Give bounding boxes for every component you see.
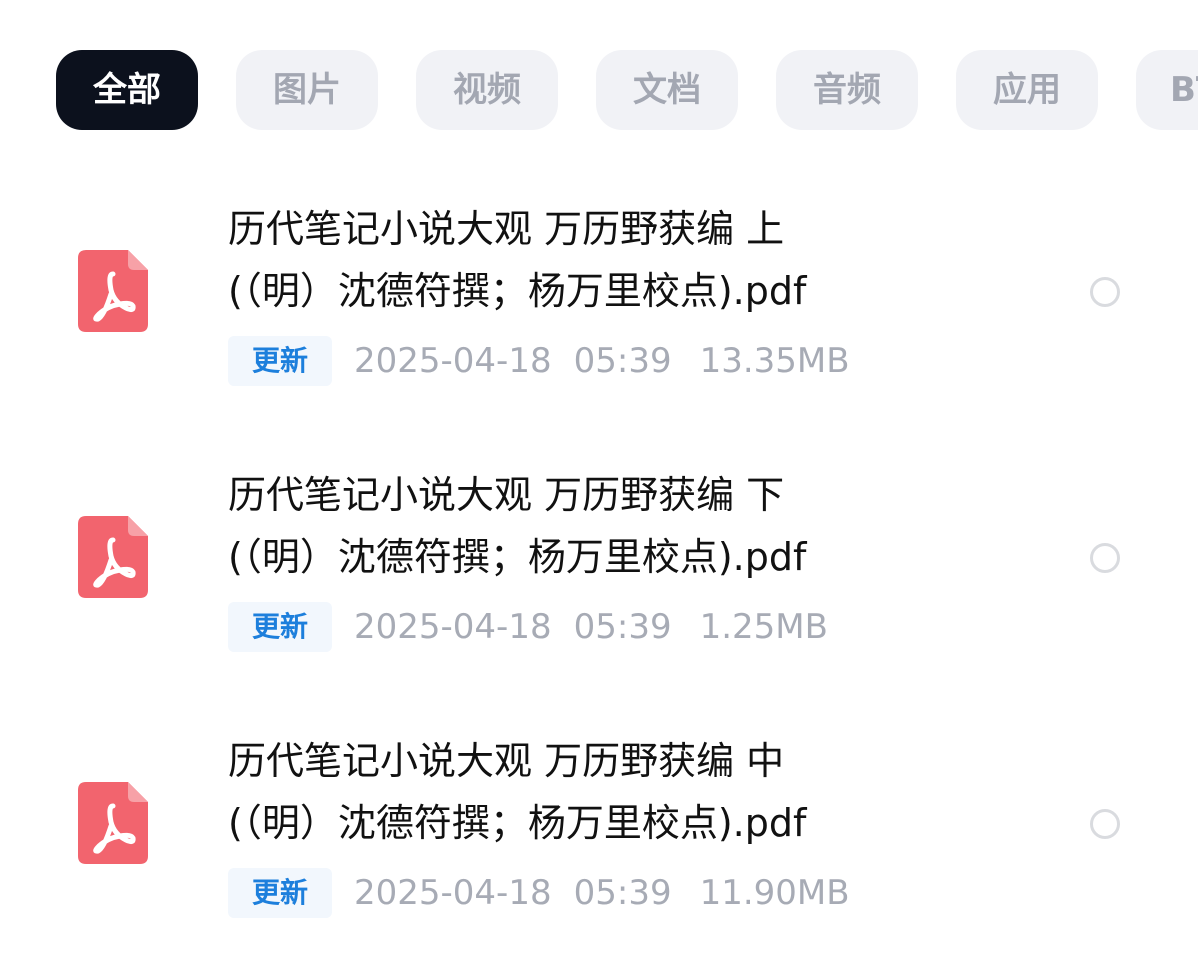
select-radio[interactable] xyxy=(1090,277,1120,307)
pdf-file-icon xyxy=(78,516,148,598)
tab-audio[interactable]: 音频 xyxy=(776,50,918,130)
tab-documents[interactable]: 文档 xyxy=(596,50,738,130)
file-title-line2: (（明）沈德符撰；杨万里校点).pdf xyxy=(228,535,807,579)
file-time: 05:39 xyxy=(573,607,672,647)
file-meta: 更新 2025-04-18 05:39 1.25MB xyxy=(228,602,828,652)
file-size: 11.90MB xyxy=(699,873,850,913)
category-tab-bar: 全部 图片 视频 文档 音频 应用 BT xyxy=(56,50,1198,130)
file-title-line1: 历代笔记小说大观 万历野获编 中 xyxy=(228,739,785,783)
update-badge: 更新 xyxy=(228,602,332,652)
file-title: 历代笔记小说大观 万历野获编 中 (（明）沈德符撰；杨万里校点).pdf xyxy=(228,730,988,854)
file-date: 2025-04-18 xyxy=(354,341,552,381)
file-list-item[interactable]: 历代笔记小说大观 万历野获编 上 (（明）沈德符撰；杨万里校点).pdf 更新 2… xyxy=(0,198,1198,428)
tab-all[interactable]: 全部 xyxy=(56,50,198,130)
file-list-item[interactable]: 历代笔记小说大观 万历野获编 下 (（明）沈德符撰；杨万里校点).pdf 更新 2… xyxy=(0,464,1198,694)
file-title-line1: 历代笔记小说大观 万历野获编 上 xyxy=(228,207,785,251)
file-list-item[interactable]: 历代笔记小说大观 万历野获编 中 (（明）沈德符撰；杨万里校点).pdf 更新 2… xyxy=(0,730,1198,960)
tab-bt[interactable]: BT xyxy=(1136,50,1198,130)
file-size: 13.35MB xyxy=(699,341,850,381)
select-radio[interactable] xyxy=(1090,543,1120,573)
select-radio[interactable] xyxy=(1090,809,1120,839)
file-size: 1.25MB xyxy=(699,607,828,647)
file-meta: 更新 2025-04-18 05:39 11.90MB xyxy=(228,868,850,918)
file-date: 2025-04-18 xyxy=(354,873,552,913)
file-title-line2: (（明）沈德符撰；杨万里校点).pdf xyxy=(228,269,807,313)
file-date: 2025-04-18 xyxy=(354,607,552,647)
file-title: 历代笔记小说大观 万历野获编 上 (（明）沈德符撰；杨万里校点).pdf xyxy=(228,198,988,322)
tab-apps[interactable]: 应用 xyxy=(956,50,1098,130)
file-time: 05:39 xyxy=(573,341,672,381)
tab-videos[interactable]: 视频 xyxy=(416,50,558,130)
file-title-line1: 历代笔记小说大观 万历野获编 下 xyxy=(228,473,785,517)
tab-images[interactable]: 图片 xyxy=(236,50,378,130)
file-meta: 更新 2025-04-18 05:39 13.35MB xyxy=(228,336,850,386)
file-title-line2: (（明）沈德符撰；杨万里校点).pdf xyxy=(228,801,807,845)
file-title: 历代笔记小说大观 万历野获编 下 (（明）沈德符撰；杨万里校点).pdf xyxy=(228,464,988,588)
pdf-file-icon xyxy=(78,250,148,332)
file-time: 05:39 xyxy=(573,873,672,913)
update-badge: 更新 xyxy=(228,336,332,386)
update-badge: 更新 xyxy=(228,868,332,918)
pdf-file-icon xyxy=(78,782,148,864)
